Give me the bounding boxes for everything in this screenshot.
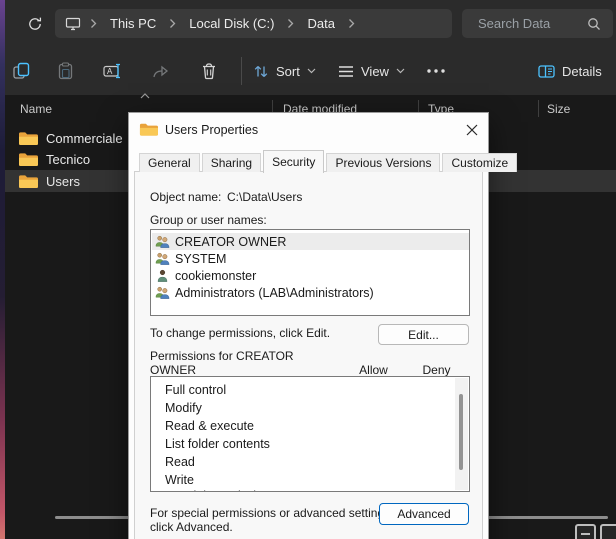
breadcrumb-chevron-icon bbox=[348, 18, 355, 29]
permission-special-clipped[interactable]: Special permissions bbox=[165, 489, 276, 492]
advanced-button[interactable]: Advanced bbox=[379, 503, 469, 525]
group-icon bbox=[155, 235, 170, 248]
group-name: Administrators (LAB\Administrators) bbox=[175, 286, 374, 300]
column-divider[interactable] bbox=[538, 100, 539, 117]
rename-icon: A bbox=[103, 63, 123, 79]
close-icon bbox=[466, 124, 478, 136]
this-pc-icon bbox=[65, 17, 81, 31]
share-icon bbox=[152, 63, 170, 79]
share-button[interactable] bbox=[148, 58, 174, 84]
object-name-label: Object name: bbox=[150, 190, 221, 204]
breadcrumb-chevron-icon bbox=[169, 18, 176, 29]
group-name: cookiemonster bbox=[175, 269, 256, 283]
group-item-administrators[interactable]: Administrators (LAB\Administrators) bbox=[152, 284, 469, 301]
edit-button[interactable]: Edit... bbox=[378, 324, 469, 345]
user-icon bbox=[155, 269, 170, 282]
permission-read[interactable]: Read bbox=[165, 455, 195, 471]
list-view-icon bbox=[581, 533, 590, 535]
breadcrumb-chevron-icon bbox=[287, 18, 294, 29]
permissions-scrollbar[interactable] bbox=[455, 378, 468, 490]
tab-general[interactable]: General bbox=[139, 153, 200, 172]
sort-icon bbox=[253, 64, 269, 79]
tab-customize[interactable]: Customize bbox=[442, 153, 517, 172]
refresh-icon bbox=[27, 16, 43, 32]
edit-permissions-hint: To change permissions, click Edit. bbox=[150, 326, 330, 340]
scrollbar-thumb[interactable] bbox=[459, 394, 463, 470]
toolbar-separator bbox=[241, 57, 242, 85]
permission-write[interactable]: Write bbox=[165, 473, 194, 489]
advanced-hint-line1: For special permissions or advanced sett… bbox=[150, 506, 393, 520]
breadcrumb-local-disk-c[interactable]: Local Disk (C:) bbox=[185, 14, 278, 33]
search-placeholder: Search Data bbox=[478, 16, 587, 31]
folder-icon bbox=[139, 122, 158, 137]
group-item-system[interactable]: SYSTEM bbox=[152, 250, 469, 267]
tab-sharing[interactable]: Sharing bbox=[202, 153, 261, 172]
close-button[interactable] bbox=[461, 119, 483, 141]
advanced-hint-line2: click Advanced. bbox=[150, 520, 233, 534]
tab-previous-versions[interactable]: Previous Versions bbox=[326, 153, 440, 172]
breadcrumb-this-pc[interactable]: This PC bbox=[106, 14, 160, 33]
toolbar: A Sort bbox=[5, 47, 616, 95]
folder-icon bbox=[18, 152, 38, 167]
column-header-size[interactable]: Size bbox=[547, 102, 570, 116]
deny-column-header: Deny bbox=[414, 363, 459, 377]
delete-icon bbox=[201, 62, 217, 80]
paste-icon bbox=[57, 62, 74, 80]
view-label: View bbox=[361, 64, 389, 79]
permission-read-execute[interactable]: Read & execute bbox=[165, 419, 254, 435]
breadcrumb-data[interactable]: Data bbox=[303, 14, 338, 33]
chevron-down-icon bbox=[307, 68, 316, 74]
tab-strip: General Sharing Security Previous Versio… bbox=[139, 150, 519, 172]
details-pane-icon bbox=[538, 65, 555, 78]
copy-icon bbox=[12, 62, 30, 80]
permission-full-control[interactable]: Full control bbox=[165, 383, 226, 399]
view-icon bbox=[338, 65, 354, 78]
status-bar-thumbnail-view-button[interactable] bbox=[600, 524, 616, 539]
permission-list-folder-contents[interactable]: List folder contents bbox=[165, 437, 270, 453]
details-button[interactable]: Details bbox=[538, 58, 602, 84]
more-options-button[interactable] bbox=[423, 58, 449, 84]
file-name: Tecnico bbox=[46, 152, 90, 167]
paste-button[interactable] bbox=[52, 58, 78, 84]
breadcrumb-chevron-icon bbox=[90, 18, 97, 29]
object-name-value: C:\Data\Users bbox=[227, 190, 302, 204]
refresh-button[interactable] bbox=[22, 13, 48, 35]
copy-button[interactable] bbox=[8, 58, 34, 84]
chevron-down-icon bbox=[396, 68, 405, 74]
file-name: Commerciale bbox=[46, 131, 123, 146]
group-name: SYSTEM bbox=[175, 252, 226, 266]
permissions-list[interactable]: Full control Modify Read & execute List … bbox=[150, 376, 470, 492]
group-user-names-list[interactable]: CREATOR OWNER SYSTEM cookiemonster bbox=[150, 229, 470, 316]
view-button[interactable]: View bbox=[338, 58, 405, 84]
tab-security[interactable]: Security bbox=[263, 150, 324, 173]
allow-column-header: Allow bbox=[351, 363, 396, 377]
group-icon bbox=[155, 286, 170, 299]
column-header-name[interactable]: Name bbox=[20, 102, 52, 116]
svg-text:A: A bbox=[107, 67, 113, 76]
users-properties-dialog: Users Properties General Sharing Securit… bbox=[128, 112, 489, 539]
permission-modify[interactable]: Modify bbox=[165, 401, 202, 417]
rename-button[interactable]: A bbox=[100, 58, 126, 84]
status-bar-list-view-button[interactable] bbox=[575, 524, 596, 539]
permissions-for-label-line1: Permissions for CREATOR bbox=[150, 349, 294, 363]
permissions-for-label-line2: OWNER bbox=[150, 363, 196, 377]
sort-ascending-caret-icon bbox=[140, 93, 150, 99]
details-label: Details bbox=[562, 64, 602, 79]
sort-button[interactable]: Sort bbox=[253, 58, 316, 84]
ellipsis-icon bbox=[427, 69, 445, 73]
dialog-title: Users Properties bbox=[165, 123, 258, 137]
search-icon bbox=[587, 17, 601, 31]
group-icon bbox=[155, 252, 170, 265]
delete-button[interactable] bbox=[196, 58, 222, 84]
group-name: CREATOR OWNER bbox=[175, 235, 286, 249]
file-name: Users bbox=[46, 174, 80, 189]
group-item-creator-owner[interactable]: CREATOR OWNER bbox=[152, 233, 469, 250]
group-user-names-label: Group or user names: bbox=[150, 213, 267, 227]
address-bar[interactable]: This PC Local Disk (C:) Data bbox=[55, 9, 452, 38]
group-item-cookiemonster[interactable]: cookiemonster bbox=[152, 267, 469, 284]
search-input[interactable]: Search Data bbox=[462, 9, 613, 38]
sort-label: Sort bbox=[276, 64, 300, 79]
folder-icon bbox=[18, 174, 38, 189]
folder-icon bbox=[18, 131, 38, 146]
